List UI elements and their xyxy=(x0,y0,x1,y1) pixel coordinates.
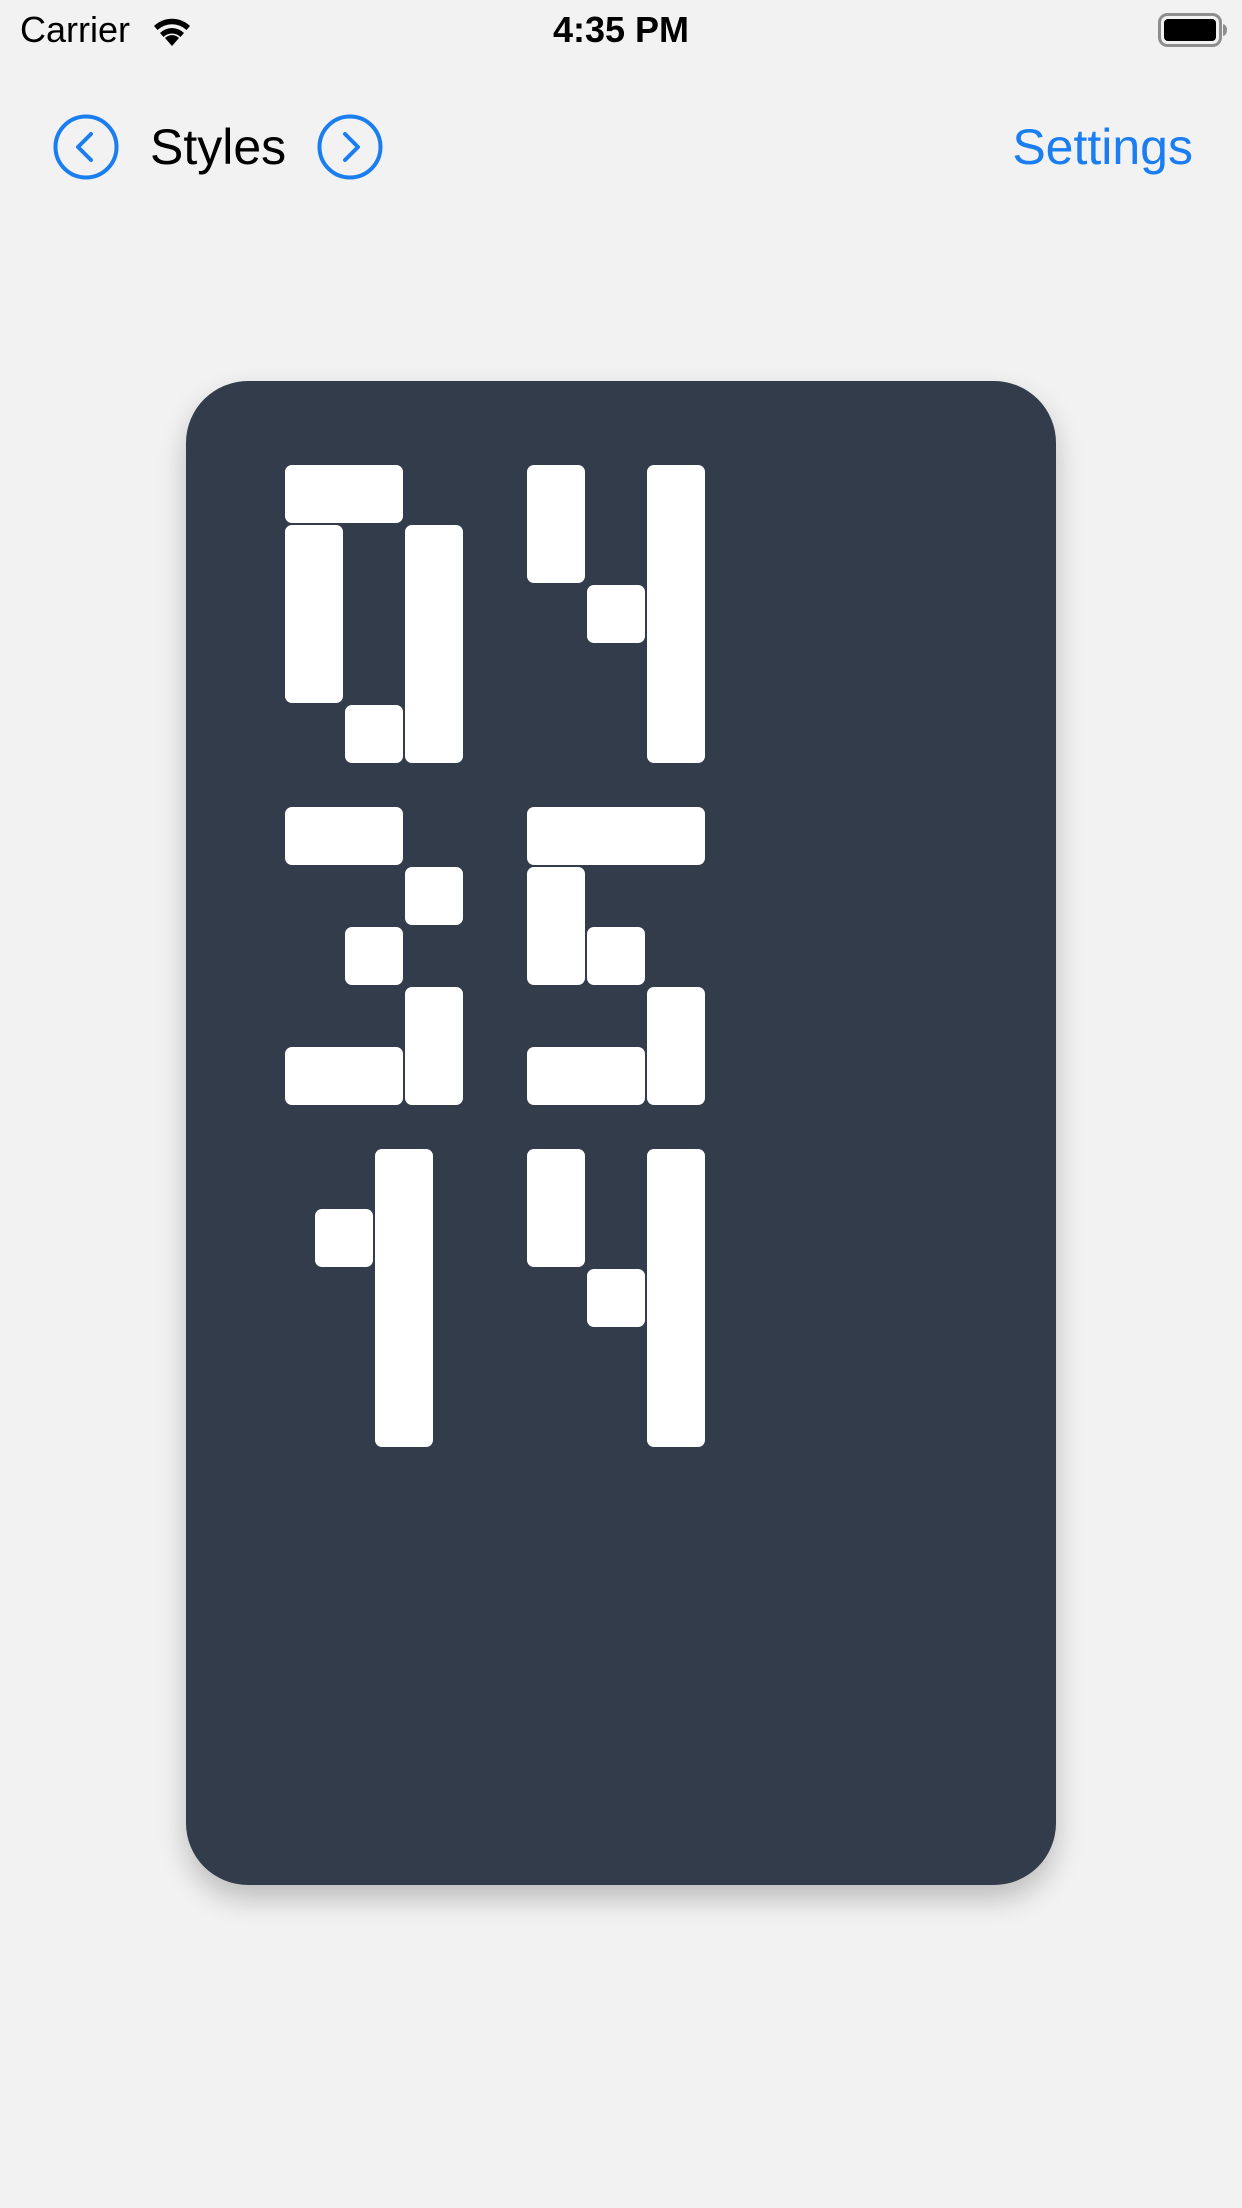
digit-segment xyxy=(315,1209,373,1267)
digit-segment xyxy=(647,1149,705,1447)
digit-segment xyxy=(285,465,403,523)
battery-icon xyxy=(1158,13,1227,47)
digit-segment xyxy=(405,525,463,763)
clock-digit-0 xyxy=(285,465,463,763)
digit-segment xyxy=(527,1149,585,1267)
clock-digit-3 xyxy=(285,807,463,1105)
digit-segment xyxy=(527,867,585,985)
clock-digit-1 xyxy=(315,1149,433,1447)
clock-digit-4 xyxy=(527,1149,705,1447)
status-bar: Carrier 4:35 PM xyxy=(0,0,1242,60)
previous-style-button[interactable] xyxy=(53,114,119,180)
page-title: Styles xyxy=(150,119,287,175)
digit-segment xyxy=(527,807,705,865)
digit-segment xyxy=(587,585,645,643)
digit-segment xyxy=(285,525,343,703)
chevron-left-icon xyxy=(53,114,119,180)
clock-card xyxy=(186,381,1056,1885)
chevron-right-icon xyxy=(317,114,383,180)
digit-segment xyxy=(647,987,705,1105)
nav-bar: Styles Settings xyxy=(0,100,1242,194)
digit-segment xyxy=(345,927,403,985)
clock-digits xyxy=(285,465,705,1447)
status-time: 4:35 PM xyxy=(552,9,690,50)
digit-segment xyxy=(527,465,585,583)
digit-segment xyxy=(285,807,403,865)
next-style-button[interactable] xyxy=(317,114,383,180)
settings-button[interactable]: Settings xyxy=(1012,115,1193,179)
digit-segment xyxy=(345,705,403,763)
digit-segment xyxy=(375,1149,433,1447)
digit-segment xyxy=(527,1047,645,1105)
digit-segment xyxy=(405,987,463,1105)
digit-segment xyxy=(587,927,645,985)
digit-segment xyxy=(587,1269,645,1327)
clock-digit-4 xyxy=(527,465,705,763)
digit-segment xyxy=(405,867,463,925)
digit-segment xyxy=(647,465,705,763)
digit-segment xyxy=(285,1047,403,1105)
clock-digit-5 xyxy=(527,807,705,1105)
